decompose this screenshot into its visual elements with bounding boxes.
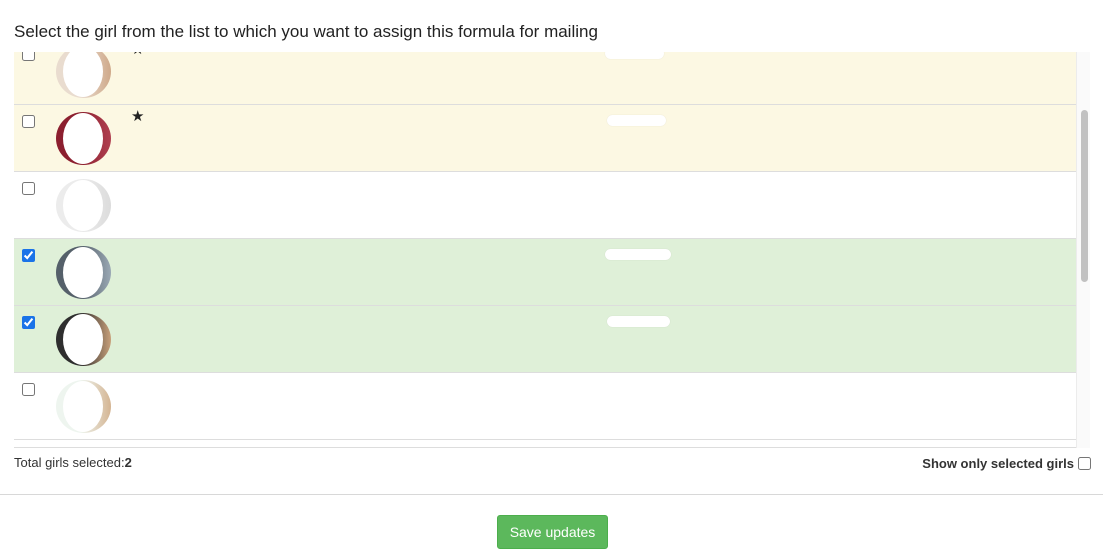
girl-avatar [56, 313, 111, 366]
save-updates-button[interactable]: Save updates [497, 515, 608, 549]
girl-avatar [56, 112, 111, 165]
girl-avatar [56, 52, 111, 98]
girl-row[interactable] [14, 306, 1076, 373]
girl-row-checkbox[interactable] [22, 249, 35, 262]
favorite-star-icon: ★ [131, 108, 145, 125]
girl-row[interactable]: ★ [14, 105, 1076, 172]
hidden-name [605, 249, 671, 260]
footer-divider [0, 494, 1103, 495]
girls-list[interactable]: ★ ★ [14, 52, 1090, 448]
scrollbar-thumb[interactable] [1081, 110, 1088, 282]
list-scrollbar[interactable] [1076, 52, 1090, 448]
page-heading: Select the girl from the list to which y… [14, 22, 598, 41]
girl-row[interactable] [14, 373, 1076, 440]
favorite-star-icon: ★ [131, 52, 144, 57]
girl-row-checkbox[interactable] [22, 316, 35, 329]
total-selected: Total girls selected:2 [14, 455, 132, 470]
girl-row-checkbox[interactable] [22, 383, 35, 396]
girl-row[interactable] [14, 172, 1076, 239]
girl-row-checkbox[interactable] [22, 52, 35, 61]
show-only-selected-toggle[interactable]: Show only selected girls [922, 456, 1091, 471]
girl-avatar [56, 380, 111, 433]
girl-row[interactable] [14, 239, 1076, 306]
hidden-name [605, 52, 664, 59]
hidden-name [607, 316, 670, 327]
girl-row-checkbox[interactable] [22, 182, 35, 195]
girls-list-rows: ★ ★ [14, 52, 1076, 440]
total-selected-count: 2 [124, 455, 132, 470]
girl-row[interactable]: ★ [14, 52, 1076, 105]
show-only-selected-label: Show only selected girls [922, 456, 1074, 471]
show-only-selected-checkbox[interactable] [1078, 457, 1091, 470]
girl-row-checkbox[interactable] [22, 115, 35, 128]
girl-avatar [56, 179, 111, 232]
hidden-name [607, 115, 666, 126]
total-selected-label: Total girls selected: [14, 455, 125, 470]
girl-avatar [56, 246, 111, 299]
